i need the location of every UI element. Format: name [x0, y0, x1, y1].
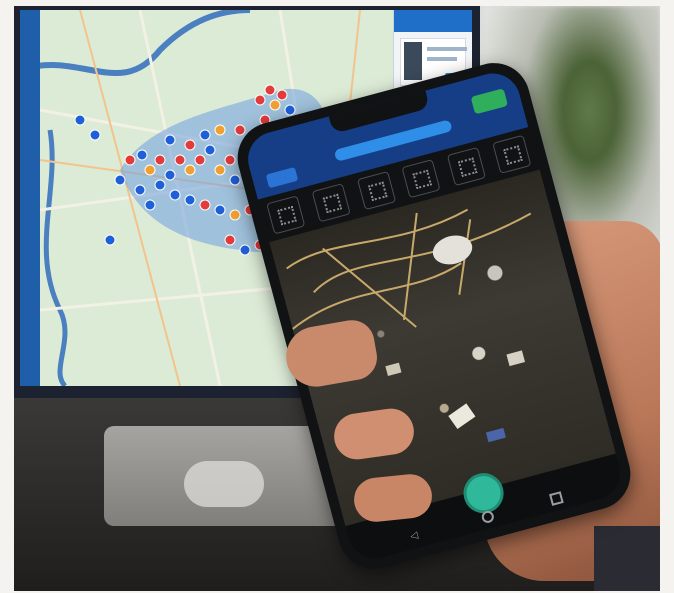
map-marker: [214, 204, 226, 216]
computer-mouse: [184, 461, 264, 507]
tool-icon: [446, 146, 486, 187]
side-panel-header: [394, 10, 472, 32]
map-marker: [199, 199, 211, 211]
map-marker: [239, 244, 251, 256]
map-marker: [134, 184, 146, 196]
tool-icon: [311, 183, 351, 223]
app-left-button: [265, 166, 299, 189]
map-marker: [164, 134, 176, 146]
map-marker: [154, 154, 166, 166]
nav-recent-icon: [549, 491, 564, 506]
map-marker: [114, 174, 126, 186]
tool-icon: [356, 171, 396, 211]
map-marker: [229, 209, 241, 221]
tool-icon: [491, 134, 532, 175]
card-text-line: [427, 57, 457, 61]
map-marker: [184, 139, 196, 151]
card-text-line: [427, 47, 467, 51]
map-marker: [104, 234, 116, 246]
map-marker: [144, 164, 156, 176]
app-confirm-button: [470, 88, 509, 115]
tool-icon: [266, 195, 306, 235]
map-marker: [89, 129, 101, 141]
map-marker: [204, 144, 216, 156]
map-marker: [254, 94, 266, 106]
map-marker: [224, 234, 236, 246]
map-marker: [214, 124, 226, 136]
map-marker: [154, 179, 166, 191]
map-marker: [184, 164, 196, 176]
map-marker: [136, 149, 148, 161]
card-thumbnail: [404, 42, 422, 80]
map-marker: [199, 129, 211, 141]
nav-home-icon: [480, 509, 496, 525]
map-marker: [164, 169, 176, 181]
map-marker: [284, 104, 296, 116]
map-marker: [224, 154, 236, 166]
map-marker: [169, 189, 181, 201]
sleeve: [594, 526, 660, 591]
map-marker: [74, 114, 86, 126]
map-marker: [174, 154, 186, 166]
tool-icon: [401, 159, 441, 199]
map-marker: [269, 99, 281, 111]
map-marker: [276, 89, 288, 101]
photo-scene: ◁: [0, 0, 674, 593]
nav-back-icon: ◁: [409, 529, 420, 543]
map-marker: [194, 154, 206, 166]
map-sidebar: [20, 10, 40, 386]
map-marker: [124, 154, 136, 166]
map-marker: [184, 194, 196, 206]
map-marker: [214, 164, 226, 176]
map-marker: [264, 84, 276, 96]
map-marker: [144, 199, 156, 211]
map-marker: [229, 174, 241, 186]
photograph: ◁: [14, 6, 660, 591]
